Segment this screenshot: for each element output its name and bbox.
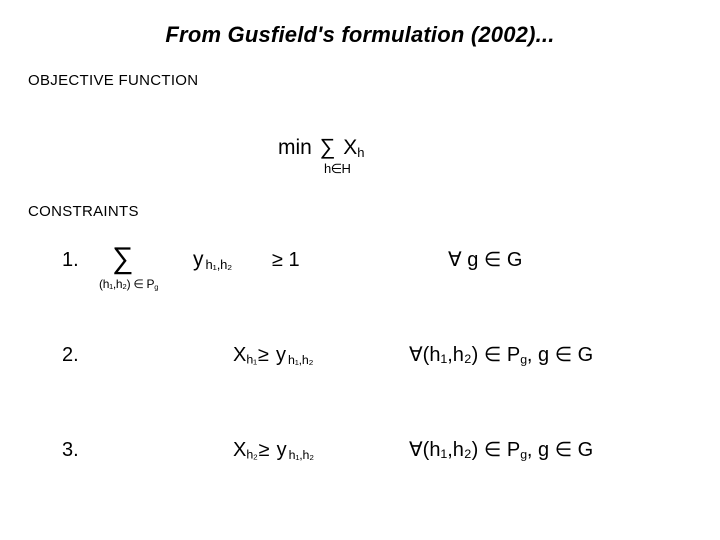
constraint-row: 2. Xh₁≥ y h₁,h₂ ∀(h₁,h₂) ∈ Pg, g ∈ G bbox=[0, 343, 720, 403]
summation-limit-text: (h₁,h₂) ∈ P bbox=[99, 277, 155, 291]
variable-y: y bbox=[276, 344, 286, 366]
variable-y-subscript: h₁,h₂ bbox=[205, 257, 233, 273]
constraint-index-3: 3. bbox=[62, 439, 79, 461]
constraint-1-relation: ≥ 1 bbox=[272, 249, 300, 271]
summation-sigma-icon: ∑ bbox=[112, 242, 134, 275]
objective-function-heading: OBJECTIVE FUNCTION bbox=[28, 72, 199, 89]
constraint-1-qualifier: ∀ g ∈ G bbox=[448, 249, 523, 271]
constraint-1-variable: y h₁,h₂ bbox=[193, 248, 233, 273]
constraint-index-2: 2. bbox=[62, 344, 79, 366]
objective-variable-subscript: h bbox=[357, 144, 365, 160]
page-title: From Gusfield's formulation (2002)... bbox=[165, 22, 555, 47]
constraints-heading: CONSTRAINTS bbox=[28, 203, 139, 220]
qualifier-subscript: g bbox=[520, 352, 527, 367]
relation-operator: ≥ bbox=[258, 344, 269, 366]
summation-lower-limit: h∈H bbox=[324, 161, 351, 176]
constraint-2-expression: Xh₁≥ y h₁,h₂ bbox=[233, 344, 314, 368]
relation-operator: ≥ bbox=[258, 439, 270, 461]
constraint-3-expression: Xh₂≥ y h₁,h₂ bbox=[233, 439, 314, 463]
objective-main-line: min ∑ Xh bbox=[278, 134, 478, 160]
constraint-row: 1. ∑ (h₁,h₂) ∈ Pg y h₁,h₂ ≥ 1 ∀ g ∈ G bbox=[0, 244, 720, 308]
objective-function-expression: min ∑ Xh h∈H bbox=[278, 134, 478, 176]
variable-x: X bbox=[233, 439, 247, 461]
constraint-2-qualifier: ∀(h₁,h₂) ∈ Pg, g ∈ G bbox=[409, 344, 594, 367]
variable-x-subscript: h₂ bbox=[246, 447, 258, 462]
summation-sigma-icon: ∑ bbox=[319, 134, 336, 159]
variable-y: y bbox=[276, 439, 287, 461]
summation-lower-limit: (h₁,h₂) ∈ Pg bbox=[99, 277, 159, 292]
objective-variable: X bbox=[343, 136, 358, 159]
variable-y-subscript: h₁,h₂ bbox=[288, 353, 314, 368]
variable-y: y bbox=[193, 248, 204, 271]
constraint-row: 3. Xh₂≥ y h₁,h₂ ∀(h₁,h₂) ∈ Pg, g ∈ G bbox=[0, 438, 720, 498]
constraint-index-1: 1. bbox=[62, 249, 79, 271]
variable-y-subscript: h₁,h₂ bbox=[288, 448, 314, 463]
variable-x-subscript: h₁ bbox=[246, 352, 258, 367]
slide-canvas: From Gusfield's formulation (2002)... OB… bbox=[0, 0, 720, 540]
qualifier-head: ∀(h₁,h₂) ∈ P bbox=[409, 439, 521, 461]
min-label: min bbox=[278, 136, 312, 159]
qualifier-tail: , g ∈ G bbox=[526, 439, 594, 461]
qualifier-subscript: g bbox=[520, 447, 527, 462]
qualifier-tail: , g ∈ G bbox=[526, 344, 594, 366]
summation-limit-subscript: g bbox=[154, 282, 159, 292]
qualifier-head: ∀(h₁,h₂) ∈ P bbox=[409, 344, 521, 366]
constraint-1-summation: ∑ (h₁,h₂) ∈ Pg bbox=[99, 242, 158, 291]
variable-x: X bbox=[233, 344, 247, 366]
constraint-3-qualifier: ∀(h₁,h₂) ∈ Pg, g ∈ G bbox=[409, 439, 594, 462]
